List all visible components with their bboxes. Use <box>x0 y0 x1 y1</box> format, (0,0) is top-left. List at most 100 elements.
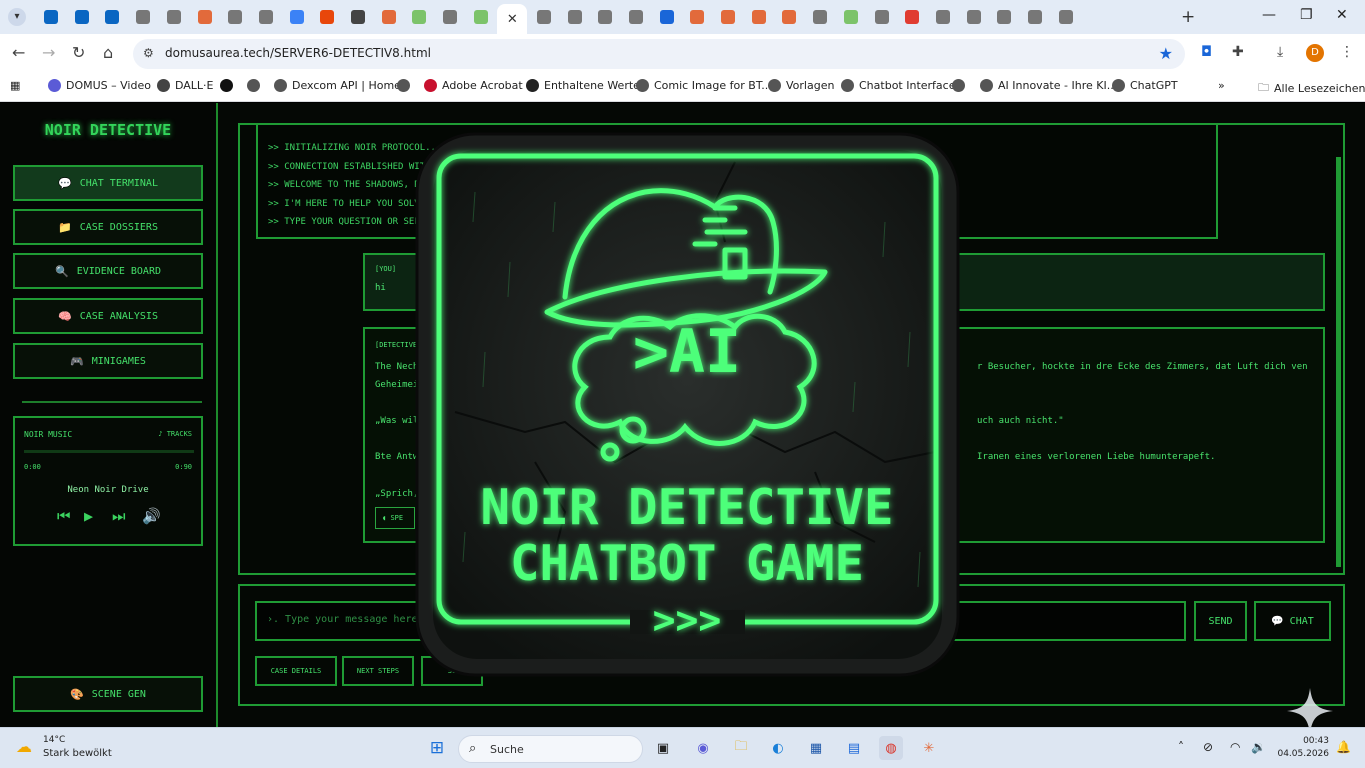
apps-grid-icon[interactable]: ▦ <box>10 79 20 92</box>
browser-tab[interactable] <box>436 6 464 28</box>
windows-start-icon[interactable]: ⊞ <box>425 736 449 760</box>
close-window-icon[interactable]: ✕ <box>1336 7 1348 23</box>
browser-tab[interactable] <box>68 6 96 28</box>
weather-cloud-icon[interactable]: ☁ <box>16 737 32 756</box>
bookmark-item[interactable]: Comic Image for BT... <box>636 79 772 92</box>
speak-button[interactable]: ◖ SPE <box>375 507 415 529</box>
notepad-icon[interactable]: ▤ <box>842 736 866 760</box>
minimize-icon[interactable]: — <box>1262 7 1276 23</box>
bookmark-item[interactable]: Dexcom API | Home <box>274 79 401 92</box>
task-view-icon[interactable]: ▣ <box>651 736 675 760</box>
bookmark-star-icon[interactable]: ★ <box>1159 44 1173 63</box>
browser-tab[interactable] <box>37 6 65 28</box>
edge-icon[interactable]: ◐ <box>766 736 790 760</box>
browser-tab[interactable] <box>898 6 926 28</box>
play-icon[interactable]: ▶ <box>84 507 93 525</box>
bookmark-item[interactable]: AI Innovate - Ihre KI... <box>980 79 1117 92</box>
browser-tab[interactable] <box>344 6 372 28</box>
browser-tab[interactable] <box>530 6 558 28</box>
browser-tab[interactable] <box>467 6 495 28</box>
forward-icon[interactable]: → <box>42 43 55 62</box>
previous-track-icon[interactable]: ⏮ <box>57 507 71 525</box>
browser-tab[interactable] <box>622 6 650 28</box>
browser-tab[interactable] <box>375 6 403 28</box>
nav-chat-terminal[interactable]: 💬 CHAT TERMINAL <box>13 165 203 201</box>
browser-tab[interactable] <box>775 6 803 28</box>
browser-tab[interactable] <box>683 6 711 28</box>
file-explorer-icon[interactable]: 🗀 <box>729 736 753 760</box>
bookmark-item[interactable]: Vorlagen <box>768 79 834 92</box>
browser-tab[interactable] <box>129 6 157 28</box>
address-bar[interactable]: ⚙ domusaurea.tech/SERVER6-DETECTIV8.html… <box>133 39 1185 69</box>
chrome-icon[interactable]: ◍ <box>879 736 903 760</box>
taskbar-search[interactable]: ⌕ Suche <box>458 735 643 763</box>
more-bookmarks-icon[interactable]: » <box>1218 79 1225 92</box>
store-icon[interactable]: ▦ <box>804 736 828 760</box>
browser-tab[interactable] <box>806 6 834 28</box>
nav-case-analysis[interactable]: 🧠 CASE ANALYSIS <box>13 298 203 334</box>
browser-tab[interactable] <box>1021 6 1049 28</box>
browser-tab[interactable] <box>714 6 742 28</box>
tray-chevron-icon[interactable]: ˄ <box>1178 740 1184 754</box>
quick-button[interactable]: CASE DETAILS <box>255 656 337 686</box>
volume-icon[interactable]: 🔊 <box>142 507 161 525</box>
bookmark-item[interactable]: Adobe Acrobat <box>424 79 523 92</box>
all-bookmarks-folder[interactable]: 🗀 Alle Lesezeichen <box>1258 79 1365 98</box>
bookmark-item[interactable]: Enthaltene Werte <box>526 79 640 92</box>
browser-tab[interactable] <box>745 6 773 28</box>
clock[interactable]: 00:43 04.05.2026 <box>1275 735 1329 761</box>
profile-avatar[interactable]: D <box>1306 44 1324 62</box>
bookmark-item[interactable] <box>952 79 965 92</box>
close-tab-icon[interactable]: ✕ <box>507 12 518 27</box>
browser-tab[interactable] <box>960 6 988 28</box>
extension-icon[interactable]: ◘ <box>1201 44 1212 60</box>
browser-tab[interactable] <box>591 6 619 28</box>
browser-tab[interactable] <box>561 6 589 28</box>
bookmark-item[interactable] <box>247 79 260 92</box>
site-info-icon[interactable]: ⚙ <box>143 46 154 60</box>
tracks-link[interactable]: ♪ TRACKS <box>158 430 192 438</box>
teams-icon[interactable]: ◉ <box>691 736 715 760</box>
browser-tab[interactable] <box>990 6 1018 28</box>
browser-tab[interactable] <box>929 6 957 28</box>
scene-gen-button[interactable]: 🎨 SCENE GEN <box>13 676 203 712</box>
notification-bell-icon[interactable]: 🔔 <box>1336 740 1351 754</box>
browser-tab[interactable] <box>405 6 433 28</box>
bookmark-item[interactable] <box>397 79 410 92</box>
browser-tab[interactable] <box>252 6 280 28</box>
nav-minigames[interactable]: 🎮 MINIGAMES <box>13 343 203 379</box>
menu-kebab-icon[interactable]: ⋮ <box>1340 44 1354 60</box>
new-tab-button[interactable]: + <box>1181 7 1195 27</box>
browser-tab[interactable] <box>653 6 681 28</box>
chat-button[interactable]: 💬 CHAT <box>1254 601 1331 641</box>
nav-case-dossiers[interactable]: 📁 CASE DOSSIERS <box>13 209 203 245</box>
browser-tab[interactable] <box>160 6 188 28</box>
back-icon[interactable]: ← <box>12 43 25 62</box>
browser-tab[interactable] <box>313 6 341 28</box>
download-icon[interactable]: ⤓ <box>1277 44 1283 60</box>
home-icon[interactable]: ⌂ <box>103 43 113 62</box>
restore-icon[interactable]: ❐ <box>1300 7 1313 23</box>
next-track-icon[interactable]: ⏭ <box>112 507 126 525</box>
chat-scrollbar[interactable] <box>1336 157 1341 567</box>
wifi-icon[interactable]: ◠ <box>1230 740 1240 754</box>
browser-tab[interactable] <box>221 6 249 28</box>
speaker-icon[interactable]: 🔉 <box>1251 740 1266 754</box>
active-tab[interactable]: ✕ <box>497 4 528 34</box>
bookmark-item[interactable]: ChatGPT <box>1112 79 1178 92</box>
quick-button[interactable]: NEXT STEPS <box>342 656 414 686</box>
browser-tab[interactable] <box>837 6 865 28</box>
bookmark-item[interactable]: DOMUS – Video <box>48 79 151 92</box>
browser-tab[interactable] <box>868 6 896 28</box>
browser-tab[interactable] <box>191 6 219 28</box>
nav-evidence-board[interactable]: 🔍 EVIDENCE BOARD <box>13 253 203 289</box>
network-off-icon[interactable]: ⊘ <box>1203 740 1213 754</box>
reload-icon[interactable]: ↻ <box>72 43 85 62</box>
tab-search-icon[interactable]: ▾ <box>8 8 26 26</box>
send-button[interactable]: SEND <box>1194 601 1247 641</box>
bookmark-item[interactable]: Chatbot Interface <box>841 79 955 92</box>
music-progress-bar[interactable] <box>24 450 194 453</box>
browser-tab[interactable] <box>98 6 126 28</box>
browser-tab[interactable] <box>1052 6 1080 28</box>
bookmark-item[interactable]: DALL·E <box>157 79 214 92</box>
